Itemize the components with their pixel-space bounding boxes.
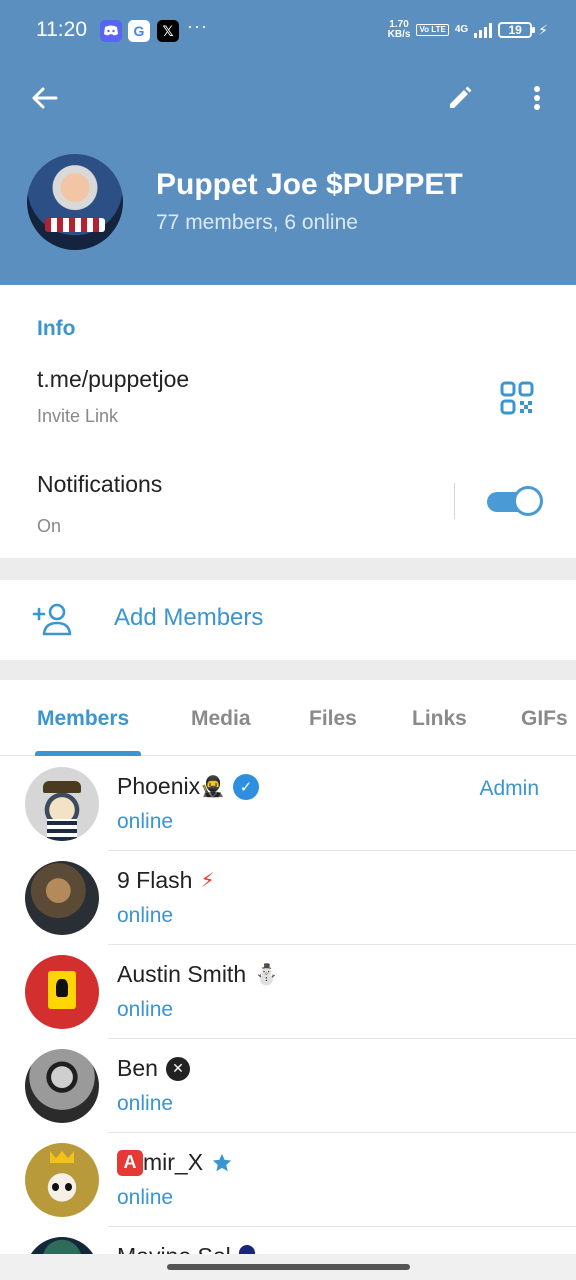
pencil-icon [450, 86, 472, 108]
tab-files[interactable]: Files [309, 707, 357, 731]
avatar [25, 955, 99, 1029]
add-members-button[interactable]: Add Members [0, 580, 576, 660]
section-divider [0, 660, 576, 680]
google-icon: G [128, 20, 150, 42]
discord-icon [100, 20, 122, 42]
member-role: Admin [479, 777, 539, 800]
status-bar: 11:20 G 𝕏 ··· 1.70 KB/s Vo LTE 4G 19 ⚡ [0, 0, 576, 62]
tab-media[interactable]: Media [191, 707, 251, 731]
more-options-button[interactable] [522, 80, 552, 116]
verified-icon: ✓ [233, 773, 260, 800]
avatar [25, 861, 99, 935]
add-user-icon [32, 603, 72, 636]
group-avatar[interactable] [27, 154, 123, 250]
section-divider [0, 558, 576, 580]
tab-gifs[interactable]: GIFs [521, 707, 568, 731]
star-icon [212, 1153, 232, 1171]
group-title: Puppet Joe $PUPPET [156, 168, 463, 201]
member-name-text: Austin Smith [117, 961, 247, 987]
notifications-label[interactable]: Notifications [37, 471, 162, 498]
divider [454, 483, 455, 519]
more-vertical-icon [534, 86, 540, 110]
list-item[interactable]: A mir_X online [0, 1133, 576, 1227]
qr-code-icon [500, 381, 534, 415]
invite-link[interactable]: t.me/puppetjoe [37, 366, 189, 393]
notifications-toggle[interactable] [487, 486, 543, 516]
qr-code-button[interactable] [500, 381, 534, 415]
ninja-emoji: 🥷 [200, 775, 226, 798]
member-status: online [117, 810, 174, 833]
member-list: Phoenix 🥷 ✓ online Admin 9 Flash ⚡ online… [0, 757, 576, 1257]
member-name-text: Ben [117, 1055, 158, 1081]
member-status: online [117, 998, 174, 1021]
lightning-emoji: ⚡ [200, 869, 215, 892]
snowman-emoji: ⛄ [254, 963, 280, 986]
invite-link-label: Invite Link [37, 406, 119, 426]
status-time: 11:20 [36, 18, 87, 41]
arrow-left-icon [32, 87, 58, 109]
notifications-state: On [37, 516, 62, 536]
volte-icon: Vo LTE [416, 24, 449, 36]
network-type: 4G [454, 24, 469, 35]
back-button[interactable] [26, 80, 62, 116]
list-item[interactable]: Austin Smith ⛄ online [0, 945, 576, 1039]
member-name: 9 Flash ⚡ [117, 867, 214, 894]
member-name: Ben ✕ [117, 1055, 190, 1082]
edit-button[interactable] [442, 80, 478, 116]
active-tab-indicator [35, 751, 141, 756]
battery-icon: 19 [498, 22, 536, 38]
status-indicators: 1.70 KB/s Vo LTE 4G 19 ⚡ [388, 20, 548, 40]
member-name-text: 9 Flash [117, 867, 193, 893]
network-speed: 1.70 KB/s [388, 20, 411, 40]
charging-icon: ⚡ [538, 21, 548, 38]
tab-members[interactable]: Members [37, 707, 129, 731]
group-member-count: 77 members, 6 online [156, 211, 358, 234]
member-name: A mir_X [117, 1149, 233, 1176]
home-indicator[interactable] [167, 1264, 410, 1270]
member-name: Austin Smith ⛄ [117, 961, 279, 988]
signal-icon [474, 22, 493, 38]
profile-tabs: Members Media Files Links GIFs [0, 680, 576, 756]
avatar [25, 1049, 99, 1123]
tab-links[interactable]: Links [412, 707, 467, 731]
add-members-label: Add Members [114, 604, 264, 631]
info-heading: Info [37, 317, 76, 340]
list-item[interactable]: 9 Flash ⚡ online [0, 851, 576, 945]
list-item[interactable]: Ben ✕ online [0, 1039, 576, 1133]
x-circle-icon: ✕ [165, 1056, 190, 1081]
info-section: Info t.me/puppetjoe Invite Link Notifica… [0, 285, 576, 558]
avatar [25, 767, 99, 841]
net-speed-unit: KB/s [387, 29, 411, 40]
x-icon: 𝕏 [157, 20, 179, 42]
list-item[interactable]: Mavine Sol [0, 1227, 576, 1257]
avatar-flag [45, 218, 105, 232]
toggle-knob [513, 486, 543, 516]
more-notifications-icon: ··· [187, 16, 208, 36]
member-name-text: Phoenix [117, 773, 201, 799]
avatar [25, 1143, 99, 1217]
list-item[interactable]: Phoenix 🥷 ✓ online Admin [0, 757, 576, 851]
member-name: Phoenix 🥷 ✓ [117, 773, 260, 800]
a-button-emoji: A [117, 1149, 143, 1176]
member-status: online [117, 1186, 174, 1209]
member-status: online [117, 1092, 174, 1115]
member-status: online [117, 904, 174, 927]
group-header: 11:20 G 𝕏 ··· 1.70 KB/s Vo LTE 4G 19 ⚡ P [0, 0, 576, 285]
member-name-text: mir_X [143, 1149, 204, 1175]
